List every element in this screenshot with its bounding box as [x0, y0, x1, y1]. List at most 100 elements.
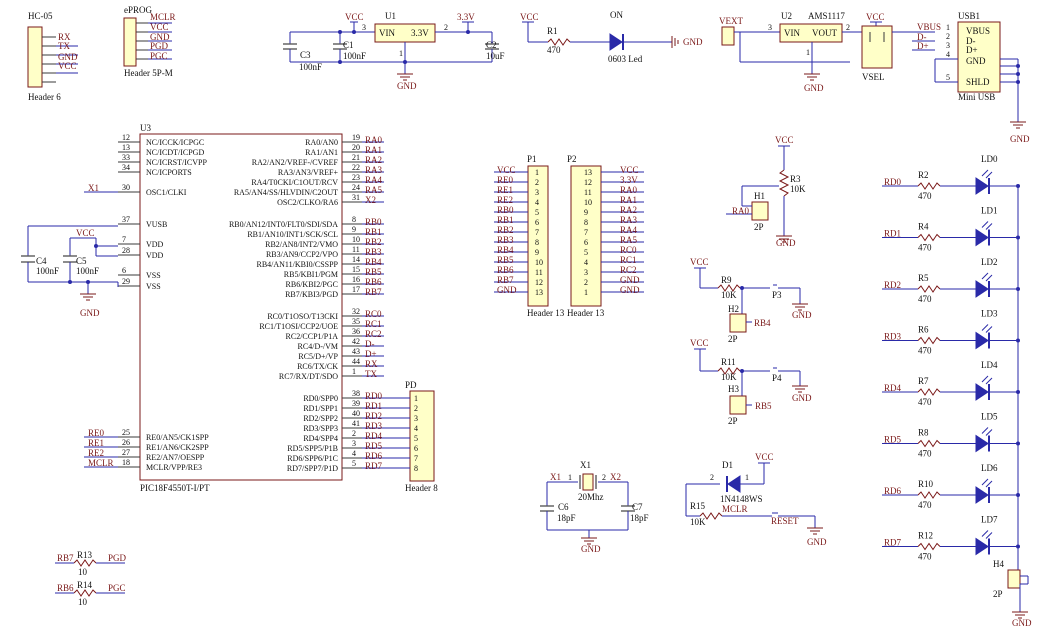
mcu-right-pin-num: 39: [352, 399, 360, 408]
h4-section: H4 2P GND: [993, 186, 1032, 628]
mcu-right-pin-num: 1: [352, 367, 356, 376]
mcu-left-pin-num: 26: [122, 438, 130, 447]
led-resistor-value: 470: [918, 346, 932, 356]
pd-pin-num: 8: [414, 464, 418, 473]
p2-pin-num: 8: [584, 218, 588, 227]
u1-pin2: 2: [444, 23, 448, 32]
mcu-right-net-label: RB4: [365, 257, 382, 267]
led-resistor: [917, 233, 941, 242]
led-resistor: [917, 388, 941, 396]
mcu-right-pin-name: RC6/TX/CK: [297, 362, 338, 371]
mcu-right-net-label: RD3: [365, 421, 383, 431]
led-resistor: [917, 336, 941, 345]
mcu-right-pin-num: 43: [352, 347, 360, 356]
led-emission-arrow: [985, 532, 993, 539]
p2-pin-num: 3: [584, 268, 588, 277]
d1-part: 1N4148WS: [720, 494, 763, 504]
mcu-left-pin-num: 29: [122, 277, 130, 286]
rpgd-section: RB7 R13 10 PGD: [55, 550, 127, 577]
mcu-right-pin-name: RB4/AN11/KBI0/CSSPP: [256, 260, 338, 269]
mcu-right-pin-name: RB0/AN12/INT0/FLT0/SDI/SDA: [229, 220, 338, 229]
c6-designator: C6: [558, 502, 569, 512]
mcu-left-pin-name: OSC1/CLKI: [146, 188, 187, 197]
mcu-right-pin-name: RA1/AN1: [305, 148, 338, 157]
r14-designator: R14: [77, 580, 93, 590]
mcu-left-pin-name: VDD: [146, 251, 164, 260]
crystal-x1-net: X1: [550, 472, 561, 482]
mcu-left-pin-name: VUSB: [146, 220, 167, 229]
btn2-gnd-label: GND: [792, 393, 812, 403]
mcu-left-pin-name: NC/ICPORTS: [146, 168, 192, 177]
mcu-right-net-label: TX: [365, 369, 377, 379]
pd-pin-num: 6: [414, 444, 418, 453]
h4-designator: H4: [993, 559, 1004, 569]
p1-pin-num: 13: [535, 288, 543, 297]
usb-pin4-num: 4: [946, 50, 950, 59]
p2-name: Header 13: [567, 308, 605, 318]
p1-net-label: RB1: [497, 215, 514, 225]
usb-gnd-label: GND: [1010, 134, 1030, 144]
p1-net-label: RB7: [497, 275, 514, 285]
p1-header: P1 VCC 1 RE0 2 RE1 3 RE2 4 RB0 5 RB1 6 RB2 7 RB3 8 RB4 9 R…: [494, 154, 565, 318]
c1-designator: C1: [343, 40, 354, 50]
mcu-left-pin-name: NC/ICCK/ICPGC: [146, 138, 204, 147]
mcu-right-net-label: RA0: [365, 135, 383, 145]
led-designator: LD4: [981, 360, 998, 370]
mcu-right-pin-num: 5: [352, 459, 356, 468]
u1-designator: U1: [385, 11, 396, 21]
rpgc-net: RB6: [57, 583, 74, 593]
p2-designator: P2: [567, 154, 577, 164]
u2-vin: VIN: [784, 28, 800, 38]
pot-section: VCC R3 10K GND H1 RA0 2P: [726, 135, 806, 248]
pot-gnd-label: GND: [776, 238, 796, 248]
h2-name: 2P: [728, 334, 738, 344]
p3-designator: P3: [772, 290, 782, 300]
p1-pin-num: 5: [535, 208, 539, 217]
mcu-right-net-label: RB5: [365, 267, 382, 277]
mcu-right-pin-name: RB3/AN9/CCP2/VPO: [266, 250, 338, 259]
c6-value: 18pF: [557, 513, 576, 523]
mcu-right-pin-num: 2: [352, 429, 356, 438]
eprog-pin-pgd: PGD: [150, 41, 169, 51]
d1-pin1: 1: [745, 473, 749, 482]
led-designator: LD6: [981, 463, 998, 473]
mcu-right-net-label: RD6: [365, 451, 383, 461]
mcu-left-pin-num: 27: [122, 448, 130, 457]
p2-net-label: RA4: [620, 225, 638, 235]
p1-net-label: RB6: [497, 265, 514, 275]
mcu-right-net-label: RA2: [365, 155, 382, 165]
usb-pin2-num: 2: [946, 32, 950, 41]
mcu-right-net-label: RD0: [365, 391, 383, 401]
led-resistor-designator: R2: [918, 170, 929, 180]
led-resistor-value: 470: [918, 449, 932, 459]
led-designator: LD1: [981, 206, 998, 216]
usb-designator: USB1: [958, 11, 980, 21]
mcu-left-pin-num: 33: [122, 153, 130, 162]
p2-pin-num: 12: [584, 178, 592, 187]
p2-net-label: RA0: [620, 185, 638, 195]
led-resistor-value: 470: [918, 243, 932, 253]
mcu-left-pin-num: 12: [122, 133, 130, 142]
on-led-value: 0603 Led: [608, 54, 643, 64]
mcu-right-pin-num: 8: [352, 215, 356, 224]
p2-pin-num: 5: [584, 248, 588, 257]
p2-net-label: RA5: [620, 235, 638, 245]
on-led-vcc-label: VCC: [520, 12, 539, 22]
regulator-u2-section: VEXT 3 U2 AMS1117 VIN VOUT 2 1 GND VCC V…: [719, 11, 941, 93]
mcu-left-pin-name: NC/ICRST/ICVPP: [146, 158, 207, 167]
p2-net-label: RA3: [620, 215, 638, 225]
mcu-right-net-label: RB6: [365, 277, 382, 287]
r3-value: 10K: [790, 184, 806, 194]
usb-pin-dplus: D+: [966, 45, 978, 55]
mcu-right-pin-name: RB7/KBI3/PGD: [285, 290, 338, 299]
led-diode-icon: [975, 331, 989, 350]
u2-gnd-label: GND: [804, 83, 824, 93]
mcu-right-pin-num: 21: [352, 153, 360, 162]
p4-designator: P4: [772, 373, 782, 383]
p1-net-label: RE2: [497, 195, 513, 205]
h3-name: 2P: [728, 416, 738, 426]
hc05-name: Header 6: [28, 92, 61, 102]
u1-pin3: 3: [362, 23, 366, 32]
p2-net-label: GND: [620, 275, 640, 285]
p1-designator: P1: [527, 154, 537, 164]
